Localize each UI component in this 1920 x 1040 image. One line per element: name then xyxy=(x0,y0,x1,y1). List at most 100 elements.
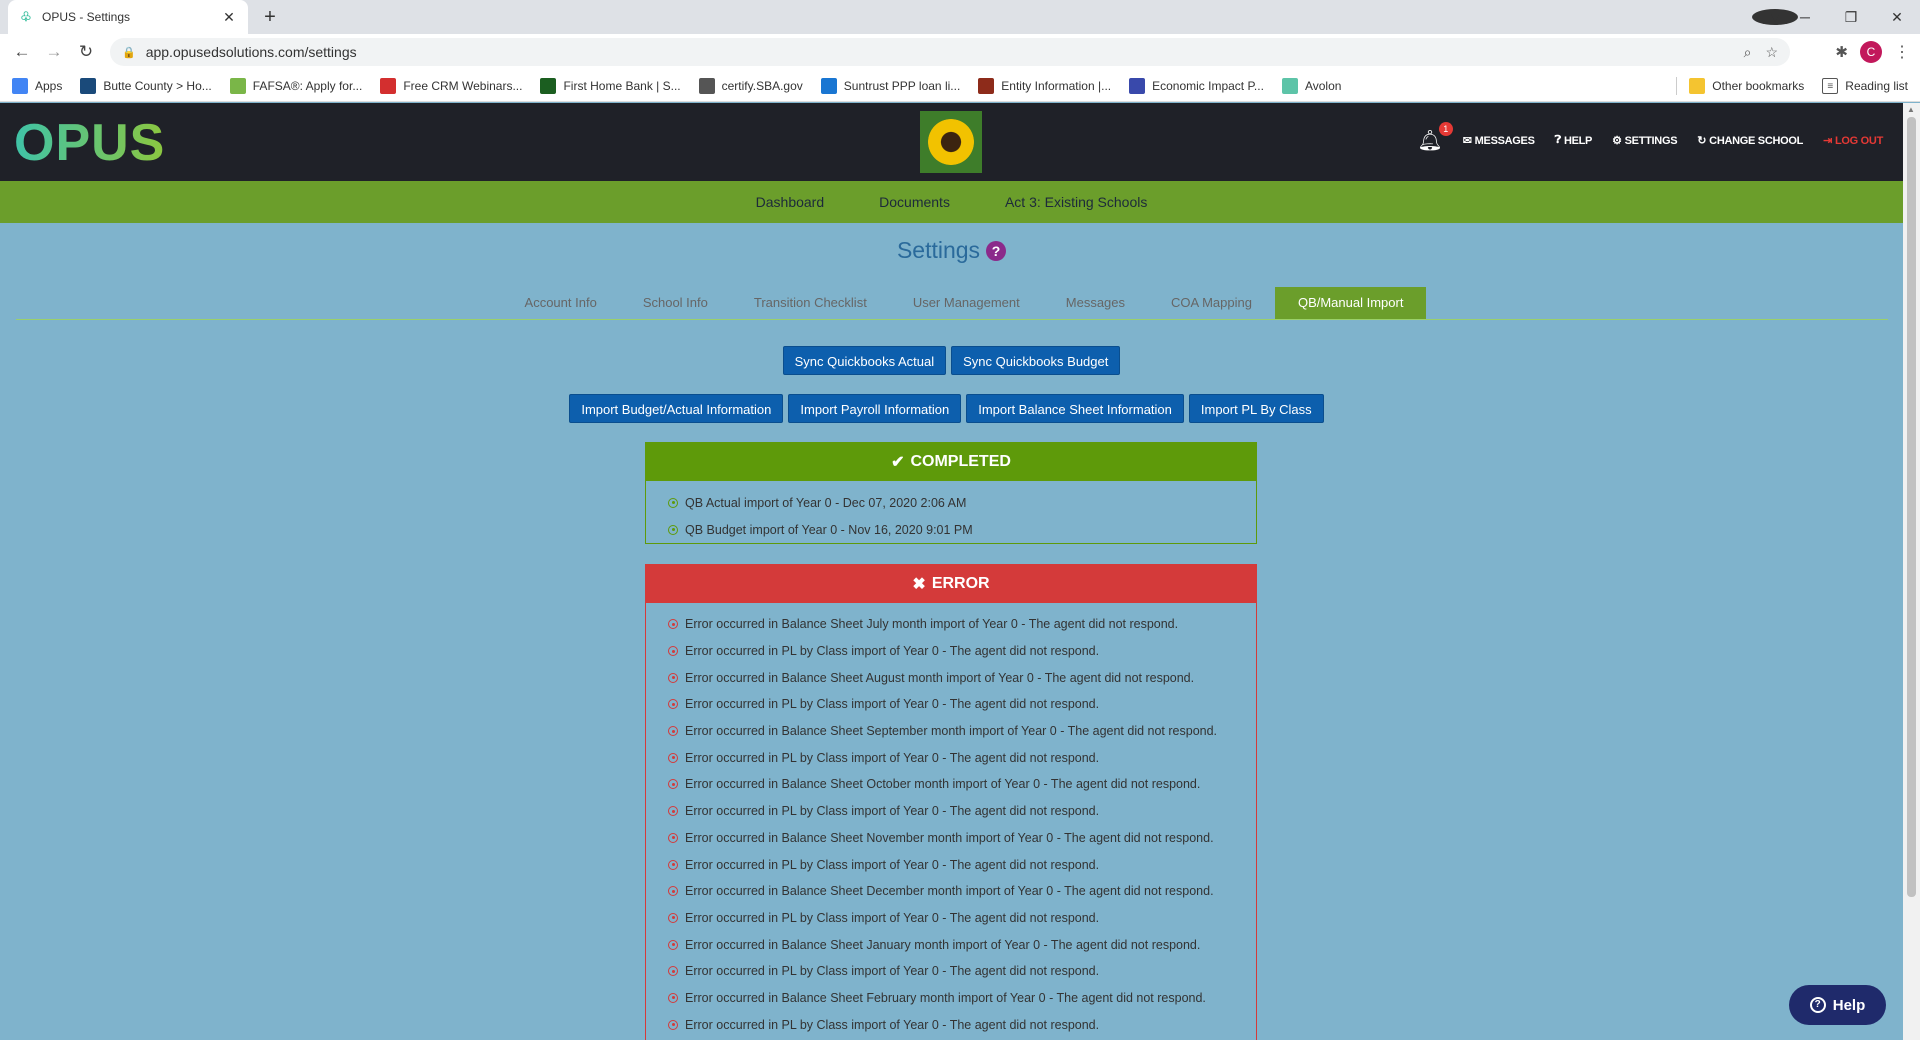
import-budget-actual-button[interactable]: Import Budget/Actual Information xyxy=(569,394,784,423)
error-list-item: Error occurred in PL by Class import of … xyxy=(668,744,1256,771)
error-item-text: Error occurred in PL by Class import of … xyxy=(685,750,1100,765)
close-tab-icon[interactable]: ✕ xyxy=(220,9,238,26)
error-dot-icon xyxy=(668,779,678,790)
bookmark-item[interactable]: Avolon xyxy=(1281,77,1341,94)
bookmark-item[interactable]: First Home Bank | S... xyxy=(540,77,681,94)
zoom-icon[interactable]: ⌕ xyxy=(1744,44,1752,61)
error-item-text: Error occurred in PL by Class import of … xyxy=(685,910,1100,925)
help-question-icon[interactable]: ? xyxy=(986,241,1007,261)
import-payroll-button[interactable]: Import Payroll Information xyxy=(788,394,962,423)
bookmark-item[interactable]: Suntrust PPP loan li... xyxy=(820,77,961,94)
scrollbar-thumb[interactable] xyxy=(1907,117,1916,897)
tab-transition-checklist[interactable]: Transition Checklist xyxy=(731,287,890,319)
import-button-row: Import Budget/Actual Information Import … xyxy=(0,394,1903,423)
extensions-puzzle-icon[interactable]: ✱ xyxy=(1835,43,1848,61)
error-item-text: Error occurred in Balance Sheet November… xyxy=(685,830,1214,845)
url-text[interactable]: app.opusedsolutions.com/settings xyxy=(146,44,1730,60)
bookmark-item[interactable]: Free CRM Webinars... xyxy=(380,77,523,94)
page-scrollbar[interactable]: ▲ xyxy=(1903,103,1920,1040)
profile-avatar[interactable]: C xyxy=(1860,41,1882,63)
tab-coa-mapping[interactable]: COA Mapping xyxy=(1148,287,1275,319)
error-dot-icon xyxy=(668,859,678,870)
nav-dashboard[interactable]: Dashboard xyxy=(756,194,825,210)
reading-list-label: Reading list xyxy=(1845,79,1908,93)
other-bookmarks-folder[interactable]: Other bookmarks xyxy=(1689,78,1804,94)
app-header: OPUS 🔔︎ 1 ✉ MESSAGES ❓︎ HELP ⚙ SETTINGS ↻ CHA… xyxy=(0,103,1903,181)
minimize-button[interactable]: ─ xyxy=(1782,9,1828,25)
lock-icon: 🔒 xyxy=(122,46,136,59)
bookmark-item[interactable]: FAFSA®: Apply for... xyxy=(229,77,362,94)
scroll-up-arrow-icon[interactable]: ▲ xyxy=(1907,105,1915,114)
error-item-text: Error occurred in Balance Sheet August m… xyxy=(685,670,1195,685)
school-sunflower-logo xyxy=(920,111,982,173)
completed-item-text: QB Budget import of Year 0 - Nov 16, 202… xyxy=(685,522,973,537)
sync-quickbooks-budget-button[interactable]: Sync Quickbooks Budget xyxy=(951,346,1121,375)
messages-label: MESSAGES xyxy=(1474,134,1535,147)
tab-search-icon[interactable]: ▼ xyxy=(1752,9,1798,25)
bookmark-item[interactable]: Butte County > Ho... xyxy=(80,77,212,94)
error-list-item: Error occurred in Balance Sheet October … xyxy=(668,771,1256,798)
error-list-item: Error occurred in Balance Sheet December… xyxy=(668,878,1256,905)
nav-documents[interactable]: Documents xyxy=(879,194,950,210)
error-item-text: Error occurred in PL by Class import of … xyxy=(685,857,1100,872)
help-circle-icon: ? xyxy=(1809,997,1826,1013)
restore-button[interactable]: ❐ xyxy=(1828,9,1874,26)
error-item-text: Error occurred in PL by Class import of … xyxy=(685,964,1100,979)
tab-account-info[interactable]: Account Info xyxy=(502,287,620,319)
bookmark-label: Free CRM Webinars... xyxy=(403,78,523,93)
error-list-item: Error occurred in PL by Class import of … xyxy=(668,638,1256,665)
error-item-text: Error occurred in Balance Sheet January … xyxy=(685,937,1201,952)
address-bar[interactable]: 🔒 app.opusedsolutions.com/settings ⌕ ☆ xyxy=(110,38,1790,66)
error-dot-icon xyxy=(668,699,678,710)
settings-link[interactable]: ⚙ SETTINGS xyxy=(1612,134,1677,148)
bookmark-favicon-icon xyxy=(80,77,97,94)
browser-tab-strip: ♧ OPUS - Settings ✕ + ▼ ─ ❐ ✕ xyxy=(0,0,1920,34)
completed-title: COMPLETED xyxy=(910,453,1011,470)
error-list-item: Error occurred in PL by Class import of … xyxy=(668,851,1256,878)
browser-menu-icon[interactable]: ⋮ xyxy=(1894,42,1910,62)
browser-tab[interactable]: ♧ OPUS - Settings ✕ xyxy=(8,0,248,34)
tab-user-management[interactable]: User Management xyxy=(890,287,1043,319)
sync-quickbooks-actual-button[interactable]: Sync Quickbooks Actual xyxy=(782,346,947,375)
close-window-button[interactable]: ✕ xyxy=(1874,9,1920,26)
opus-logo[interactable]: OPUS xyxy=(14,113,165,173)
notifications-bell-icon[interactable]: 🔔︎ 1 xyxy=(1417,122,1453,153)
bookmark-item[interactable]: certify.SBA.gov xyxy=(698,77,803,94)
browser-toolbar: ← → ↻ 🔒 app.opusedsolutions.com/settings… xyxy=(0,34,1920,70)
error-item-text: Error occurred in Balance Sheet February… xyxy=(685,990,1206,1005)
logout-label: LOG OUT xyxy=(1834,134,1883,147)
error-list-item: Error occurred in Balance Sheet November… xyxy=(668,825,1256,852)
error-panel: ✖ ERROR Error occurred in Balance Sheet … xyxy=(645,564,1257,1040)
window-controls: ▼ ─ ❐ ✕ xyxy=(1752,0,1920,34)
help-label: HELP xyxy=(1563,134,1593,147)
help-widget-button[interactable]: ? Help xyxy=(1789,985,1886,1025)
error-list-item: Error occurred in PL by Class import of … xyxy=(668,905,1256,932)
reload-icon[interactable]: ↻ xyxy=(70,42,102,62)
bookmark-item[interactable]: Economic Impact P... xyxy=(1129,77,1264,94)
tab-qb-manual-import[interactable]: QB/Manual Import xyxy=(1274,287,1427,319)
tab-school-info[interactable]: School Info xyxy=(620,287,731,319)
error-dot-icon xyxy=(668,912,678,923)
messages-link[interactable]: ✉ MESSAGES xyxy=(1463,134,1535,148)
error-item-text: Error occurred in PL by Class import of … xyxy=(685,644,1100,659)
new-tab-button[interactable]: + xyxy=(258,5,282,29)
import-balance-sheet-button[interactable]: Import Balance Sheet Information xyxy=(966,394,1184,423)
help-link[interactable]: ❓︎ HELP xyxy=(1555,134,1593,147)
change-school-link[interactable]: ↻ CHANGE SCHOOL xyxy=(1697,134,1803,148)
tab-messages[interactable]: Messages xyxy=(1043,287,1148,319)
error-list-item: Error occurred in Balance Sheet Septembe… xyxy=(668,718,1256,745)
error-dot-icon xyxy=(668,646,678,657)
nav-act3-existing-schools[interactable]: Act 3: Existing Schools xyxy=(1005,194,1147,210)
import-pl-by-class-button[interactable]: Import PL By Class xyxy=(1188,394,1324,423)
bookmark-item[interactable]: Apps xyxy=(12,77,62,94)
back-arrow-icon[interactable]: ← xyxy=(6,42,38,62)
forward-arrow-icon[interactable]: → xyxy=(38,42,70,62)
bookmark-label: Entity Information |... xyxy=(1001,78,1112,93)
bookmark-label: Suntrust PPP loan li... xyxy=(843,78,961,93)
bookmark-star-icon[interactable]: ☆ xyxy=(1765,44,1778,61)
bookmark-label: First Home Bank | S... xyxy=(563,78,681,93)
reading-list-button[interactable]: ≡ Reading list xyxy=(1822,78,1908,94)
x-mark-icon: ✖ xyxy=(912,576,926,593)
logout-link[interactable]: ⇥ LOG OUT xyxy=(1823,134,1883,148)
bookmark-item[interactable]: Entity Information |... xyxy=(978,77,1112,94)
